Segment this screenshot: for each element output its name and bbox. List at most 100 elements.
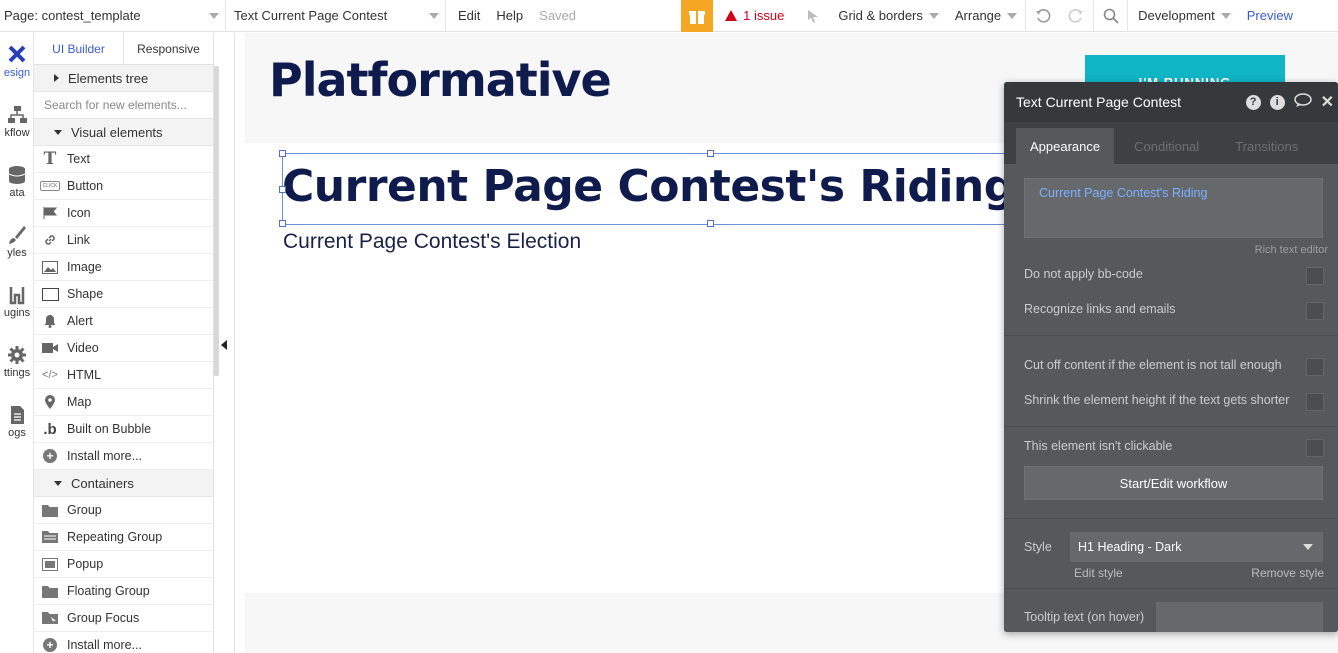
- nav-data[interactable]: ata: [0, 165, 33, 199]
- resize-handle[interactable]: [279, 186, 286, 193]
- resize-handle[interactable]: [279, 220, 286, 227]
- palette-item-text[interactable]: T Text: [34, 146, 213, 173]
- containers-section[interactable]: Containers: [34, 470, 213, 497]
- palette-item-repeating-group[interactable]: Repeating Group: [34, 524, 213, 551]
- pointer-icon[interactable]: [796, 0, 830, 32]
- nav-settings[interactable]: ttings: [0, 345, 33, 379]
- palette-item-label: Link: [67, 233, 90, 247]
- links-checkbox[interactable]: [1306, 302, 1324, 320]
- nav-design[interactable]: esign: [0, 45, 33, 79]
- palette-item-map[interactable]: Map: [34, 389, 213, 416]
- clickable-checkbox[interactable]: [1306, 439, 1324, 457]
- palette-item-shape[interactable]: Shape: [34, 281, 213, 308]
- issue-count: 1 issue: [743, 8, 785, 23]
- comment-icon[interactable]: [1293, 93, 1312, 111]
- flag-icon: [40, 207, 60, 219]
- resize-handle[interactable]: [707, 150, 714, 157]
- close-icon[interactable]: ✕: [1321, 92, 1334, 112]
- divider: [1004, 588, 1338, 589]
- palette-item-label: Button: [67, 179, 104, 193]
- palette-item-link[interactable]: Link: [34, 227, 213, 254]
- palette-item-label: Shape: [67, 287, 104, 301]
- divider: [1004, 335, 1338, 336]
- start-edit-workflow-button[interactable]: Start/Edit workflow: [1024, 466, 1323, 500]
- property-editor-title: Text Current Page Contest: [1016, 94, 1181, 110]
- chevron-down-icon: [1007, 12, 1018, 19]
- nav-logs[interactable]: ogs: [0, 405, 33, 439]
- visual-elements-section[interactable]: Visual elements: [34, 119, 213, 146]
- bbcode-checkbox[interactable]: [1306, 267, 1324, 285]
- cutoff-label: Cut off content if the element is not ta…: [1024, 358, 1282, 372]
- palette-item-image[interactable]: Image: [34, 254, 213, 281]
- nav-styles[interactable]: yles: [0, 225, 33, 259]
- tab-ui-builder[interactable]: UI Builder: [34, 33, 123, 64]
- palette-item-icon[interactable]: Icon: [34, 200, 213, 227]
- nav-plugins-label: ugins: [3, 307, 31, 319]
- chevron-down-icon: [1220, 12, 1231, 19]
- cutoff-checkbox[interactable]: [1306, 358, 1324, 376]
- tab-responsive[interactable]: Responsive: [123, 33, 213, 64]
- plugin-icon: [9, 287, 25, 305]
- brand-logo-text[interactable]: Platformative: [269, 53, 612, 107]
- palette-item-install-more-containers[interactable]: + Install more...: [34, 632, 213, 653]
- shrink-checkbox[interactable]: [1306, 393, 1324, 411]
- palette-item-group-focus[interactable]: Group Focus: [34, 605, 213, 632]
- tooltip-input[interactable]: [1156, 602, 1323, 632]
- help-menu[interactable]: Help: [488, 0, 531, 32]
- undo-icon[interactable]: [1025, 0, 1059, 32]
- text-icon: T: [43, 149, 57, 169]
- rich-text-editor-link[interactable]: Rich text editor: [1255, 244, 1328, 256]
- palette-item-popup[interactable]: Popup: [34, 551, 213, 578]
- nav-plugins[interactable]: ugins: [0, 285, 33, 319]
- collapse-panel-icon[interactable]: [221, 340, 227, 350]
- remove-style-link[interactable]: Remove style: [1251, 566, 1324, 580]
- gift-icon[interactable]: [681, 0, 714, 32]
- palette-item-label: Floating Group: [67, 584, 150, 598]
- resize-handle[interactable]: [707, 220, 714, 227]
- arrange-menu[interactable]: Arrange: [947, 0, 1025, 32]
- element-select[interactable]: Text Current Page Contest: [226, 0, 446, 32]
- text-content-editor[interactable]: Current Page Contest's Riding: [1024, 178, 1323, 238]
- design-icon: [8, 45, 26, 63]
- palette-item-floating-group[interactable]: Floating Group: [34, 578, 213, 605]
- palette-item-install-more[interactable]: + Install more...: [34, 443, 213, 470]
- property-editor-header[interactable]: Text Current Page Contest ? i ✕: [1004, 82, 1338, 122]
- development-select[interactable]: Development: [1127, 0, 1239, 32]
- palette-scrollbar[interactable]: [214, 66, 219, 376]
- elements-tree-toggle[interactable]: Elements tree: [34, 65, 213, 92]
- help-icon[interactable]: ?: [1245, 94, 1261, 110]
- info-icon[interactable]: i: [1269, 94, 1285, 110]
- edit-style-link[interactable]: Edit style: [1074, 566, 1123, 580]
- palette-item-html[interactable]: </> HTML: [34, 362, 213, 389]
- search-icon[interactable]: [1093, 0, 1127, 32]
- plus-circle-icon: +: [40, 449, 60, 463]
- palette-item-label: Alert: [67, 314, 93, 328]
- palette-item-label: HTML: [67, 368, 102, 382]
- palette-item-video[interactable]: Video: [34, 335, 213, 362]
- palette-item-built-on-bubble[interactable]: .b Built on Bubble: [34, 416, 213, 443]
- grid-borders-label: Grid & borders: [838, 8, 923, 23]
- development-label: Development: [1138, 8, 1215, 23]
- edit-menu[interactable]: Edit: [446, 0, 488, 32]
- element-search-input[interactable]: Search for new elements...: [34, 92, 213, 119]
- nav-settings-label: ttings: [3, 367, 31, 379]
- tab-transitions[interactable]: Transitions: [1217, 128, 1312, 164]
- election-text[interactable]: Current Page Contest's Election: [283, 230, 581, 254]
- property-editor: Text Current Page Contest ? i ✕ Appearan…: [1004, 82, 1338, 632]
- nav-workflow[interactable]: kflow: [0, 105, 33, 139]
- redo-icon[interactable]: [1059, 0, 1093, 32]
- page-select[interactable]: Page: contest_template: [0, 0, 226, 32]
- palette-item-label: Built on Bubble: [67, 422, 152, 436]
- resize-handle[interactable]: [279, 150, 286, 157]
- palette-item-label: Popup: [67, 557, 104, 571]
- preview-button[interactable]: Preview: [1239, 0, 1338, 32]
- tab-appearance[interactable]: Appearance: [1016, 128, 1115, 164]
- issue-indicator[interactable]: 1 issue: [713, 8, 796, 23]
- palette-item-group[interactable]: Group: [34, 497, 213, 524]
- chevron-right-icon: [54, 74, 59, 82]
- grid-borders-menu[interactable]: Grid & borders: [830, 0, 947, 32]
- style-select[interactable]: H1 Heading - Dark: [1070, 532, 1323, 562]
- tab-conditional[interactable]: Conditional: [1114, 128, 1217, 164]
- palette-item-alert[interactable]: Alert: [34, 308, 213, 335]
- palette-item-button[interactable]: CLICK Button: [34, 173, 213, 200]
